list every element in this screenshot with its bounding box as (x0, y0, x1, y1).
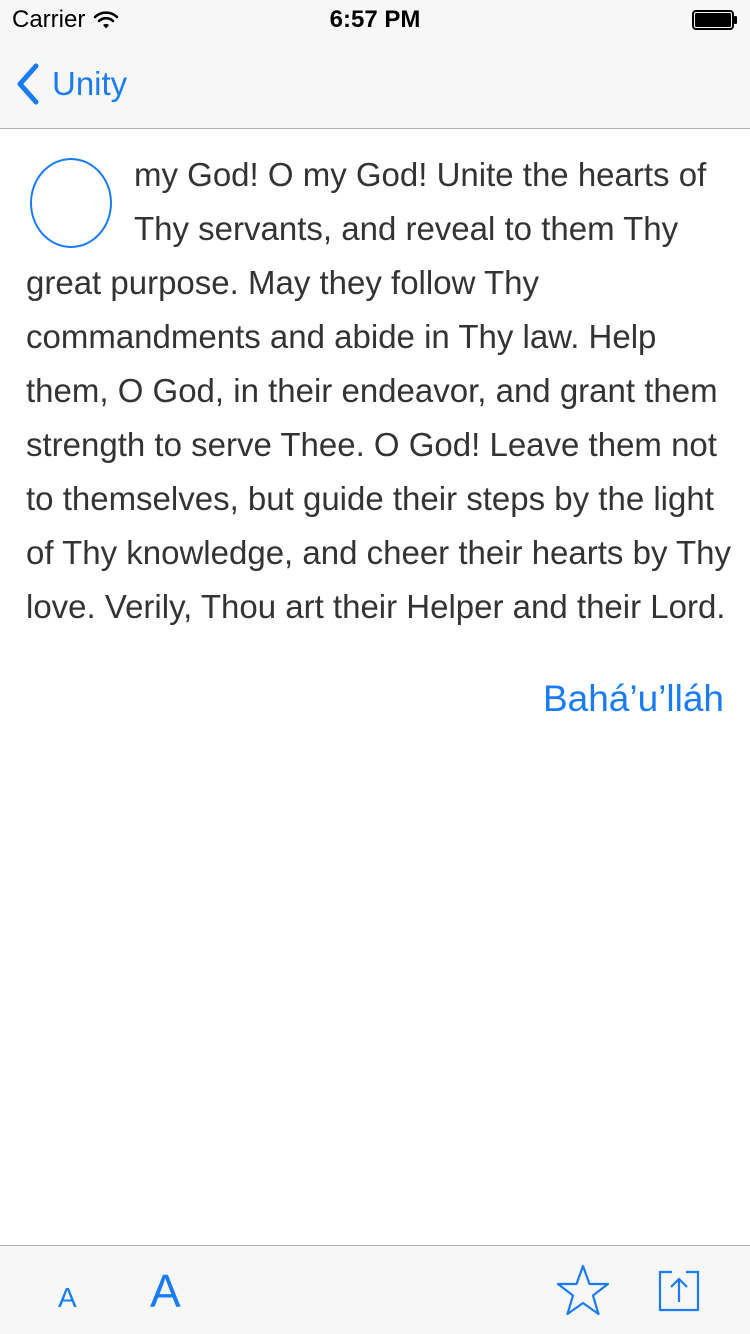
increase-font-button[interactable]: A (150, 1264, 181, 1318)
author-row: Bahá’u’lláh (26, 678, 736, 720)
chevron-left-icon (17, 63, 39, 105)
share-icon[interactable] (656, 1262, 702, 1316)
screen: Carrier 6:57 PM Unity my God! O my God! … (0, 0, 750, 1334)
prayer-content: my God! O my God! Unite the hearts of Th… (26, 148, 736, 720)
prayer-body: my God! O my God! Unite the hearts of Th… (26, 148, 736, 634)
back-button[interactable]: Unity (14, 60, 127, 108)
decrease-font-button[interactable]: A (58, 1282, 77, 1314)
prayer-text: my God! O my God! Unite the hearts of Th… (26, 156, 732, 625)
star-icon[interactable] (556, 1264, 610, 1318)
back-button-label: Unity (52, 65, 128, 102)
status-time: 6:57 PM (329, 6, 421, 33)
bottom-toolbar: A A (0, 1245, 750, 1334)
author-link[interactable]: Bahá’u’lláh (543, 678, 724, 719)
drop-cap-o (30, 158, 112, 248)
navigation-bar: Unity (0, 40, 750, 129)
battery-icon (692, 10, 737, 30)
status-bar: Carrier 6:57 PM (0, 0, 750, 40)
